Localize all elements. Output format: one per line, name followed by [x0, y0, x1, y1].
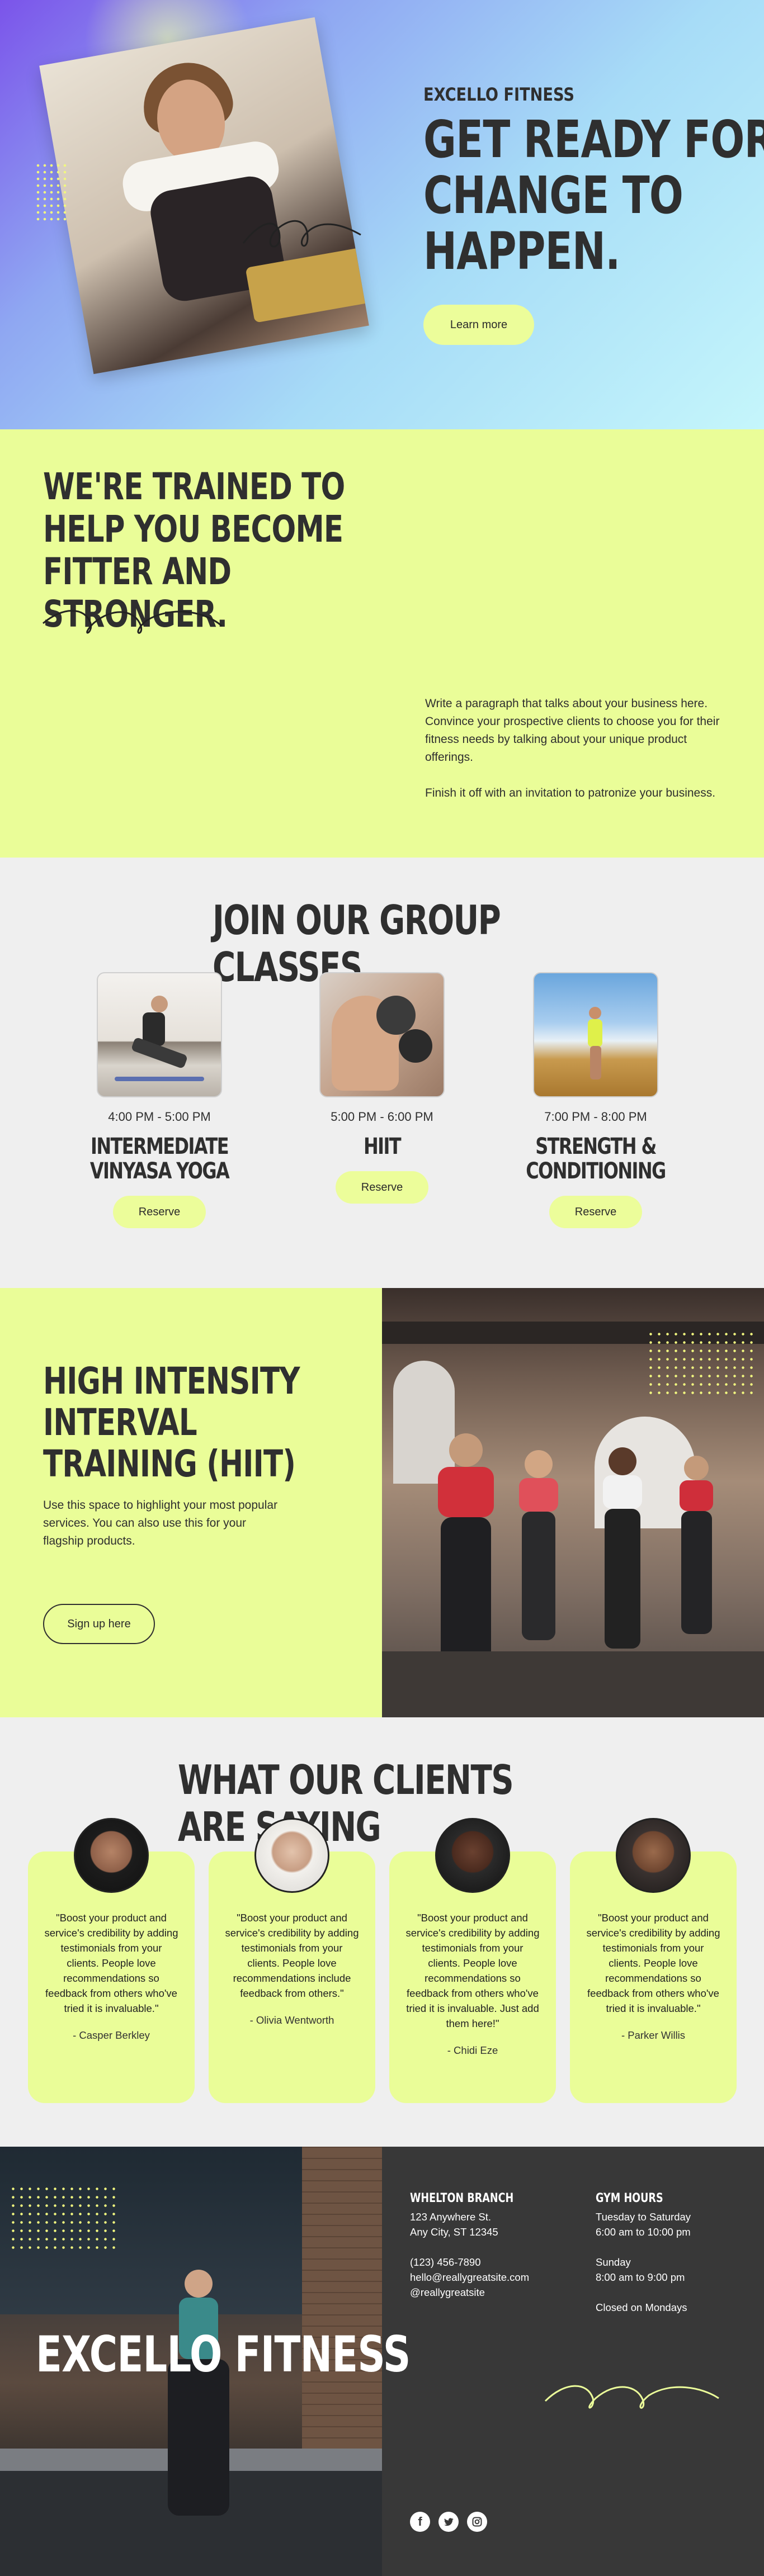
class-time: 5:00 PM - 6:00 PM [331, 1110, 433, 1124]
footer: EXCELLO FITNESS WHELTON BRANCH 123 Anywh… [0, 2147, 764, 2576]
email-link[interactable]: hello@reallygreatsite.com [410, 2270, 529, 2285]
about-section: WE'RE TRAINED TO HELP YOU BECOME FITTER … [0, 429, 764, 858]
hiit-text: Use this space to highlight your most po… [43, 1499, 278, 1547]
sign-up-button[interactable]: Sign up here [43, 1604, 155, 1644]
closed-note: Closed on Mondays [596, 2302, 687, 2313]
address-line-2: Any City, ST 12345 [410, 2226, 498, 2238]
reserve-button[interactable]: Reserve [113, 1196, 206, 1228]
weekday-label: Tuesday to Saturday [596, 2211, 691, 2223]
avatar [435, 1818, 510, 1893]
testimonial-card: "Boost your product and service's credib… [209, 1818, 375, 2103]
branch-heading: WHELTON BRANCH [410, 2191, 514, 2205]
about-paragraph-1: Write a paragraph that talks about your … [425, 697, 720, 764]
social-handle[interactable]: @reallygreatsite [410, 2285, 485, 2300]
hero-dot-pattern [35, 162, 68, 224]
testimonial-card: "Boost your product and service's credib… [570, 1818, 737, 2103]
hero-title: GET READY FOR CHANGE TO HAPPEN. [423, 110, 764, 281]
about-text: Write a paragraph that talks about your … [425, 695, 727, 802]
hiit-photo [382, 1288, 764, 1717]
class-image-hiit [319, 972, 445, 1097]
testimonials-section: WHAT OUR CLIENTS ARE SAYING "Boost your … [0, 1717, 764, 2147]
class-image-strength [533, 972, 658, 1097]
testimonial-quote: "Boost your product and service's credib… [405, 1912, 540, 2029]
hero-squiggle [242, 220, 361, 248]
hiit-dot-pattern [647, 1330, 753, 1397]
class-image-yoga [97, 972, 222, 1097]
facebook-icon[interactable]: f [410, 2512, 430, 2532]
hours-heading: GYM HOURS [596, 2191, 663, 2205]
weekday-hours: 6:00 am to 10:00 pm [596, 2226, 691, 2238]
hero-photo [39, 17, 369, 375]
class-name: INTERMEDIATE VINYASA YOGA [89, 1134, 230, 1184]
twitter-icon[interactable] [438, 2512, 459, 2532]
testimonial-author: - Olivia Wentworth [249, 2014, 334, 2026]
classes-section: JOIN OUR GROUP CLASSES 4:00 PM - 5:00 PM… [0, 858, 764, 1288]
class-time: 7:00 PM - 8:00 PM [544, 1110, 647, 1124]
instagram-icon[interactable] [467, 2512, 487, 2532]
address-line-1: 123 Anywhere St. [410, 2211, 492, 2223]
sunday-hours: 8:00 am to 9:00 pm [596, 2271, 685, 2283]
avatar [616, 1818, 691, 1893]
class-card-strength: 7:00 PM - 8:00 PM STRENGTH & CONDITIONIN… [526, 972, 666, 1228]
about-paragraph-2: Finish it off with an invitation to patr… [425, 787, 716, 799]
footer-brand: EXCELLO FITNESS [36, 2326, 411, 2383]
footer-squiggle [544, 2385, 719, 2409]
about-squiggle [43, 610, 223, 634]
avatar [74, 1818, 149, 1893]
class-time: 4:00 PM - 5:00 PM [108, 1110, 211, 1124]
hero-brand: EXCELLO FITNESS [423, 84, 574, 105]
sunday-label: Sunday [596, 2256, 631, 2268]
testimonial-author: - Parker Willis [621, 2029, 686, 2041]
testimonial-quote: "Boost your product and service's credib… [586, 1912, 720, 2014]
testimonial-quote: "Boost your product and service's credib… [44, 1912, 178, 2014]
class-card-hiit: 5:00 PM - 6:00 PM HIIT Reserve [315, 972, 449, 1204]
learn-more-button[interactable]: Learn more [423, 305, 534, 345]
class-card-yoga: 4:00 PM - 5:00 PM INTERMEDIATE VINYASA Y… [90, 972, 230, 1228]
class-name: STRENGTH & CONDITIONING [526, 1134, 666, 1184]
phone-text: (123) 456-7890 [410, 2256, 481, 2268]
testimonial-author: - Chidi Eze [447, 2044, 498, 2056]
testimonial-quote: "Boost your product and service's credib… [225, 1912, 359, 1999]
reserve-button[interactable]: Reserve [336, 1171, 428, 1204]
testimonials-title: WHAT OUR CLIENTS ARE SAYING [178, 1756, 514, 1850]
testimonial-author: - Casper Berkley [73, 2029, 150, 2041]
hiit-title: HIGH INTENSITY INTERVAL TRAINING (HIIT) [43, 1360, 300, 1485]
hero-section: EXCELLO FITNESS GET READY FOR CHANGE TO … [0, 0, 764, 429]
testimonial-card: "Boost your product and service's credib… [389, 1818, 556, 2103]
reserve-button[interactable]: Reserve [549, 1196, 642, 1228]
avatar [254, 1818, 329, 1893]
hiit-section: HIGH INTENSITY INTERVAL TRAINING (HIIT) … [0, 1288, 764, 1717]
class-name: HIIT [363, 1134, 402, 1159]
footer-dot-pattern [9, 2185, 115, 2255]
testimonial-card: "Boost your product and service's credib… [28, 1818, 195, 2103]
